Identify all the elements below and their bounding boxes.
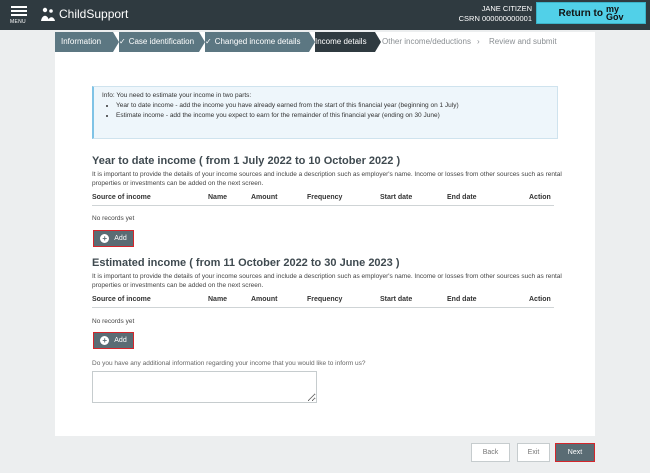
col-action: Action [529, 296, 551, 303]
menu-label: MENU [10, 19, 26, 25]
step-changed-income-details-label: Changed income details [214, 37, 301, 46]
col-amount: Amount [251, 194, 278, 201]
est-no-records: No records yet [92, 318, 135, 325]
exit-button[interactable]: Exit [517, 443, 550, 462]
step-changed-income-details[interactable]: ✓ Changed income details [205, 32, 309, 52]
mygov-logo-bottom: Gov [605, 12, 624, 22]
return-to-label: Return to [558, 7, 603, 19]
main-card: Info: You need to estimate your income i… [55, 52, 595, 436]
col-start-date: Start date [380, 194, 413, 201]
menu-button[interactable]: MENU [10, 6, 30, 26]
step-review-label: Review and submit [489, 37, 557, 46]
col-name: Name [208, 194, 228, 201]
col-source-of-income: Source of income [92, 296, 151, 303]
mygov-logo: my Gov [605, 5, 624, 22]
est-table-header: Source of income Name Amount Frequency S… [92, 296, 554, 308]
col-amount: Amount [251, 296, 278, 303]
ytd-add-button[interactable]: + Add [93, 230, 134, 247]
brand-name[interactable]: ChildSupport [59, 7, 128, 21]
step-separator [375, 32, 381, 52]
est-add-button[interactable]: + Add [93, 332, 134, 349]
plus-circle-icon: + [100, 336, 110, 345]
est-section-title: Estimated income ( from 11 October 2022 … [92, 257, 400, 269]
plus-circle-icon: + [100, 234, 110, 243]
info-bullet: Year to date income - add the income you… [116, 101, 549, 111]
ytd-no-records: No records yet [92, 215, 135, 222]
user-info: JANE CITIZEN CSRN 000000000001 [459, 4, 532, 24]
col-frequency: Frequency [307, 296, 343, 303]
additional-info-question: Do you have any additional information r… [92, 360, 366, 367]
ytd-section-title: Year to date income ( from 1 July 2022 t… [92, 155, 401, 167]
check-icon: ✓ [205, 37, 212, 46]
step-case-identification-label: Case identification [128, 37, 195, 46]
est-add-label: Add [114, 337, 127, 344]
check-icon: ✓ [119, 37, 126, 46]
col-source-of-income: Source of income [92, 194, 151, 201]
progress-steps: Information ✓ Case identification ✓ Change… [55, 32, 595, 52]
menu-icon-bar [11, 14, 27, 16]
col-end-date: End date [447, 194, 477, 201]
info-box: Info: You need to estimate your income i… [92, 86, 558, 139]
chevron-right-icon: › [477, 37, 480, 46]
step-information-label: Information [61, 37, 102, 46]
ytd-table-header: Source of income Name Amount Frequency S… [92, 194, 554, 206]
info-intro: Info: You need to estimate your income i… [102, 92, 252, 99]
additional-info-textarea[interactable] [92, 371, 317, 403]
step-income-details-label: Income details [315, 37, 367, 46]
col-action: Action [529, 194, 551, 201]
step-other-income-label: Other income/deductions [382, 37, 471, 46]
col-end-date: End date [447, 296, 477, 303]
next-button[interactable]: Next [555, 443, 595, 462]
back-button[interactable]: Back [471, 443, 510, 462]
step-review-and-submit[interactable]: Review and submit [489, 32, 589, 52]
col-start-date: Start date [380, 296, 413, 303]
col-name: Name [208, 296, 228, 303]
step-case-identification[interactable]: ✓ Case identification [119, 32, 199, 52]
ytd-add-label: Add [114, 235, 127, 242]
user-csrn: CSRN 000000000001 [458, 14, 532, 23]
info-list: Year to date income - add the income you… [116, 101, 549, 121]
step-information[interactable]: Information [55, 32, 113, 52]
col-frequency: Frequency [307, 194, 343, 201]
step-income-details[interactable]: Income details [315, 32, 375, 52]
menu-icon-bar [11, 10, 27, 12]
step-other-income-deductions[interactable]: Other income/deductions [382, 32, 477, 52]
menu-icon [11, 6, 27, 8]
childsupport-logo-icon [41, 7, 55, 21]
return-to-mygov-button[interactable]: Return to my Gov [536, 2, 646, 24]
est-section-description: It is important to provide the details o… [92, 273, 562, 289]
top-header: MENU ChildSupport JANE CITIZEN CSRN 0000… [0, 0, 650, 30]
user-name: JANE CITIZEN [481, 4, 532, 13]
info-bullet: Estimate income - add the income you exp… [116, 111, 549, 121]
ytd-section-description: It is important to provide the details o… [92, 171, 562, 187]
